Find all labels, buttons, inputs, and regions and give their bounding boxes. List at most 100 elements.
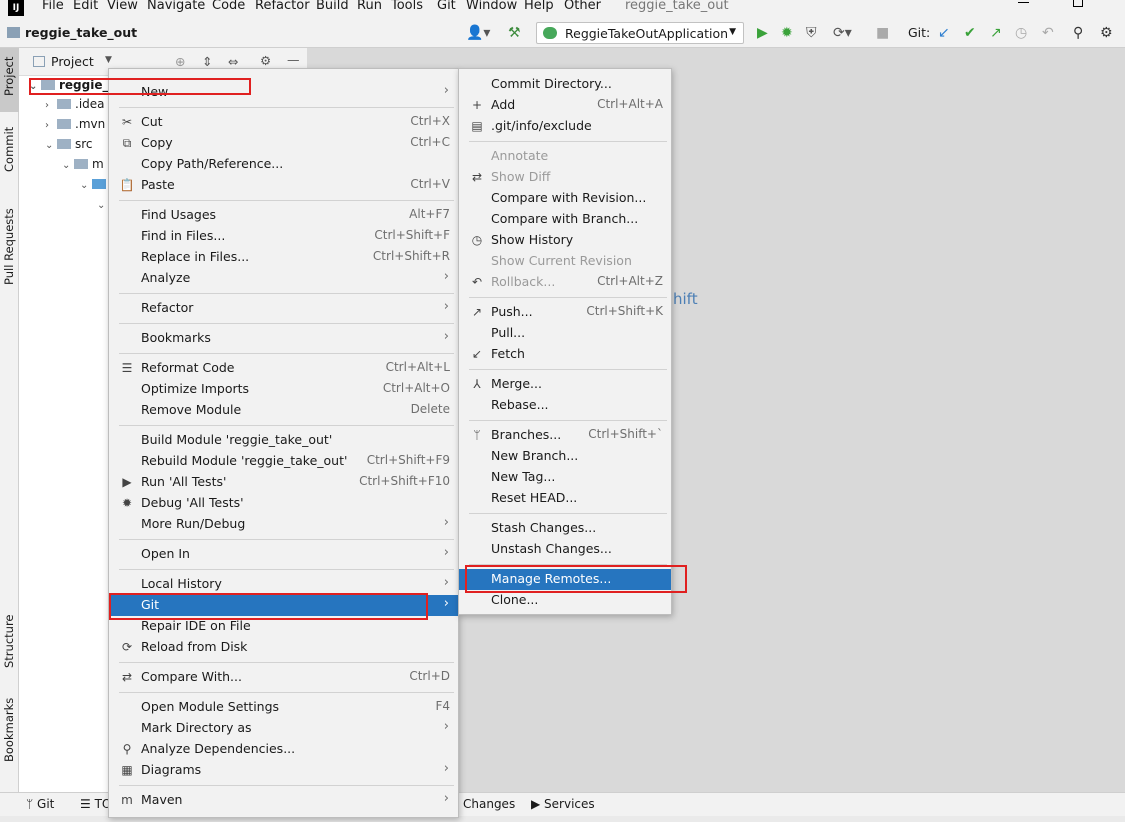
git-item-rebase[interactable]: Rebase... xyxy=(459,395,671,416)
gear-icon[interactable]: ⚙ xyxy=(1100,25,1113,41)
git-item-new-tag[interactable]: New Tag... xyxy=(459,467,671,488)
bottom-tab-changes[interactable]: Changes xyxy=(463,797,515,811)
ctx-item-reformat-code[interactable]: ☰ Reformat Code Ctrl+Alt+L xyxy=(109,358,458,379)
tab-structure[interactable]: Structure xyxy=(2,615,16,669)
run-config-dropdown[interactable]: ReggieTakeOutApplication ▼ xyxy=(536,22,744,44)
git-item-stash-changes[interactable]: Stash Changes... xyxy=(459,518,671,539)
ctx-item-new[interactable]: New › xyxy=(109,82,458,103)
debug-icon[interactable]: ✹ xyxy=(781,25,793,41)
git-item-reset-head[interactable]: Reset HEAD... xyxy=(459,488,671,509)
git-item-show-current-revision[interactable]: Show Current Revision xyxy=(459,251,671,272)
git-item-merge[interactable]: ⅄ Merge... xyxy=(459,374,671,395)
ctx-item-refactor[interactable]: Refactor › xyxy=(109,298,458,319)
ctx-item-copy-path-reference[interactable]: Copy Path/Reference... xyxy=(109,154,458,175)
ctx-item-copy[interactable]: ⧉ Copy Ctrl+C xyxy=(109,133,458,154)
ctx-item-cut[interactable]: ✂ Cut Ctrl+X xyxy=(109,112,458,133)
rollback-icon[interactable]: ↶ xyxy=(1042,25,1054,41)
git-item-show-history[interactable]: ◷ Show History xyxy=(459,230,671,251)
git-item-unstash-changes[interactable]: Unstash Changes... xyxy=(459,539,671,560)
git-item-compare-with-branch[interactable]: Compare with Branch... xyxy=(459,209,671,230)
menu-run[interactable]: Run xyxy=(357,0,382,13)
menu-file[interactable]: File xyxy=(42,0,64,13)
ctx-item-analyze-dependencies[interactable]: ⚲ Analyze Dependencies... xyxy=(109,739,458,760)
menu-window[interactable]: Window xyxy=(466,0,517,13)
tab-pull-requests[interactable]: Pull Requests xyxy=(2,208,16,285)
ctx-item-more-run-debug[interactable]: More Run/Debug › xyxy=(109,514,458,535)
menu-edit[interactable]: Edit xyxy=(73,0,98,13)
profile-icon[interactable]: ⟳▾ xyxy=(833,25,852,41)
ctx-item-rebuild-module-reggie-take-out[interactable]: Rebuild Module 'reggie_take_out' Ctrl+Shi… xyxy=(109,451,458,472)
commit-icon[interactable]: ✔ xyxy=(964,25,976,41)
menu-help[interactable]: Help xyxy=(524,0,554,13)
menu-refactor[interactable]: Refactor xyxy=(255,0,310,13)
menu-build[interactable]: Build xyxy=(316,0,349,13)
ctx-item-replace-in-files[interactable]: Replace in Files... Ctrl+Shift+R xyxy=(109,247,458,268)
git-item-clone[interactable]: Clone... xyxy=(459,590,671,611)
menu-tools[interactable]: Tools xyxy=(391,0,423,13)
ctx-item-debug-all-tests[interactable]: ✹ Debug 'All Tests' xyxy=(109,493,458,514)
ctx-item-remove-module[interactable]: Remove Module Delete xyxy=(109,400,458,421)
ctx-item-mark-directory-as[interactable]: Mark Directory as › xyxy=(109,718,458,739)
git-item-show-diff[interactable]: ⇄ Show Diff xyxy=(459,167,671,188)
bottom-tab-services[interactable]: ▶ Services xyxy=(531,797,595,811)
git-item-add[interactable]: + Add Ctrl+Alt+A xyxy=(459,95,671,116)
maximize-icon[interactable] xyxy=(1073,0,1083,7)
ctx-item-find-in-files[interactable]: Find in Files... Ctrl+Shift+F xyxy=(109,226,458,247)
search-icon[interactable]: ⚲ xyxy=(1073,25,1083,41)
ctx-item-open-in[interactable]: Open In › xyxy=(109,544,458,565)
coverage-icon[interactable]: ⛨ xyxy=(806,25,817,41)
git-item-new-branch[interactable]: New Branch... xyxy=(459,446,671,467)
git-item-compare-with-revision[interactable]: Compare with Revision... xyxy=(459,188,671,209)
ctx-item-open-module-settings[interactable]: Open Module Settings F4 xyxy=(109,697,458,718)
user-icon[interactable]: 👤▾ xyxy=(466,25,490,41)
project-name[interactable]: reggie_take_out xyxy=(25,25,137,40)
git-item-pull[interactable]: Pull... xyxy=(459,323,671,344)
ctx-item-build-module-reggie-take-out[interactable]: Build Module 'reggie_take_out' xyxy=(109,430,458,451)
ctx-item-diagrams[interactable]: ▦ Diagrams › xyxy=(109,760,458,781)
tree-row-main[interactable]: ⌄ m xyxy=(62,157,104,177)
git-item-annotate[interactable]: Annotate xyxy=(459,146,671,167)
stop-icon[interactable]: ■ xyxy=(876,25,889,41)
ctx-item-git[interactable]: Git › xyxy=(109,595,458,616)
git-item-branches[interactable]: ᛘ Branches... Ctrl+Shift+` xyxy=(459,425,671,446)
menu-code[interactable]: Code xyxy=(212,0,245,13)
git-item-git-info-exclude[interactable]: ▤ .git/info/exclude xyxy=(459,116,671,137)
tree-row-src[interactable]: ⌄ src xyxy=(45,137,93,157)
tree-row-root[interactable]: ⌄ reggie_t xyxy=(29,78,114,98)
update-project-icon[interactable]: ↙ xyxy=(938,25,950,41)
git-item-push[interactable]: ↗ Push... Ctrl+Shift+K xyxy=(459,302,671,323)
build-hammer-icon[interactable]: ⚒ xyxy=(508,25,521,41)
ctx-item-compare-with[interactable]: ⇄ Compare With... Ctrl+D xyxy=(109,667,458,688)
bottom-tab-todo[interactable]: ☰ TO xyxy=(80,797,111,811)
project-panel-title[interactable]: Project xyxy=(51,54,94,69)
ctx-item-analyze[interactable]: Analyze › xyxy=(109,268,458,289)
git-item-rollback[interactable]: ↶ Rollback... Ctrl+Alt+Z xyxy=(459,272,671,293)
tree-row-mvn[interactable]: › .mvn xyxy=(45,117,105,137)
locate-icon[interactable]: ⊕ xyxy=(175,54,185,69)
ctx-item-paste[interactable]: 📋 Paste Ctrl+V xyxy=(109,175,458,196)
ctx-item-local-history[interactable]: Local History › xyxy=(109,574,458,595)
menu-view[interactable]: View xyxy=(107,0,138,13)
history-icon[interactable]: ◷ xyxy=(1015,25,1027,41)
menu-navigate[interactable]: Navigate xyxy=(147,0,205,13)
tree-row-java[interactable]: ⌄ xyxy=(80,177,110,197)
bottom-tab-git[interactable]: ᛘ Git xyxy=(26,797,54,811)
minimize-icon[interactable] xyxy=(1018,2,1029,3)
ctx-item-maven[interactable]: m Maven › xyxy=(109,790,458,811)
ctx-item-repair-ide-on-file[interactable]: Repair IDE on File xyxy=(109,616,458,637)
menu-git[interactable]: Git xyxy=(437,0,456,13)
ctx-item-find-usages[interactable]: Find Usages Alt+F7 xyxy=(109,205,458,226)
ctx-item-optimize-imports[interactable]: Optimize Imports Ctrl+Alt+O xyxy=(109,379,458,400)
collapse-all-icon[interactable]: ⇔ xyxy=(228,54,238,69)
expand-all-icon[interactable]: ⇕ xyxy=(202,54,212,69)
git-item-manage-remotes[interactable]: Manage Remotes... xyxy=(459,569,671,590)
ctx-item-bookmarks[interactable]: Bookmarks › xyxy=(109,328,458,349)
run-icon[interactable]: ▶ xyxy=(757,25,768,41)
menu-other[interactable]: Other xyxy=(564,0,601,13)
git-item-commit-directory[interactable]: Commit Directory... xyxy=(459,74,671,95)
chevron-down-icon[interactable]: ▼ xyxy=(105,55,112,65)
tab-bookmarks[interactable]: Bookmarks xyxy=(2,698,16,762)
push-icon[interactable]: ↗ xyxy=(990,25,1002,41)
tree-row-idea[interactable]: › .idea xyxy=(45,97,105,117)
ctx-item-reload-from-disk[interactable]: ⟳ Reload from Disk xyxy=(109,637,458,658)
